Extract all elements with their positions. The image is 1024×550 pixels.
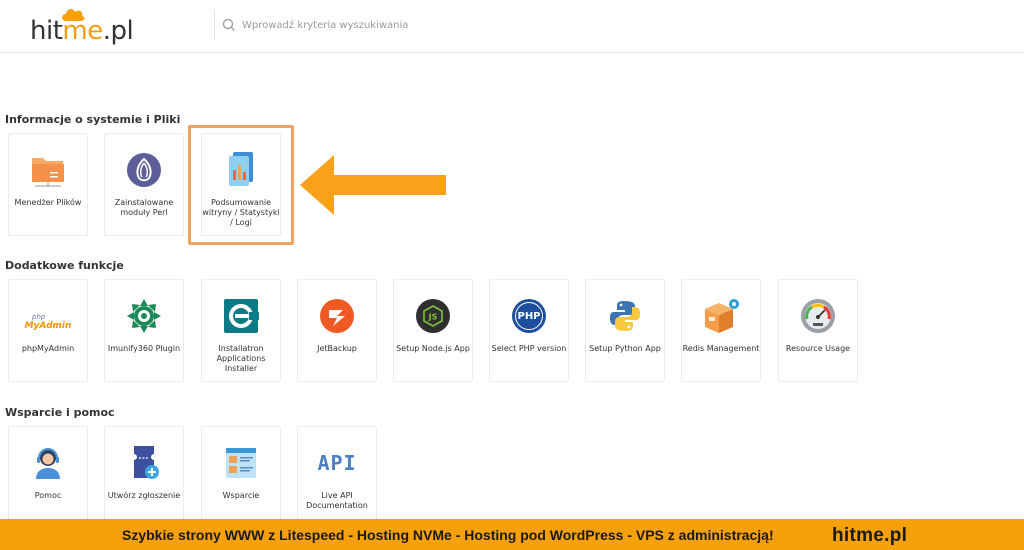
tile-python[interactable]: Setup Python App	[585, 279, 665, 382]
tile-label: Redis Management	[682, 344, 760, 353]
tile-site-summary[interactable]: Podsumowanie witryny / Statystyki / Logi	[201, 133, 281, 236]
support-doc-icon	[221, 443, 261, 483]
phpmyadmin-icon: php MyAdmin	[25, 296, 72, 336]
tile-label: Setup Node.js App	[396, 344, 470, 353]
tile-label: phpMyAdmin	[21, 344, 75, 353]
banner-text: Szybkie strony WWW z Litespeed - Hosting…	[122, 527, 774, 543]
api-logo-text: API	[317, 451, 357, 475]
tile-file-manager[interactable]: Menedżer Plików	[8, 133, 88, 236]
tile-installatron[interactable]: Installatron Applications Installer	[201, 279, 281, 382]
php-logo-text: PHP	[517, 310, 541, 322]
section-title-support: Wsparcie i pomoc	[5, 406, 115, 419]
api-icon: API	[317, 443, 357, 483]
search-input[interactable]	[242, 19, 602, 31]
top-header: hitme.pl	[0, 0, 1024, 53]
tile-label: JetBackup	[317, 344, 357, 353]
tile-label: Live API Documentation	[306, 491, 368, 510]
svg-text:JS: JS	[428, 313, 438, 322]
stats-summary-icon	[221, 150, 261, 190]
redis-box-icon	[701, 296, 741, 336]
tile-label: Wsparcie	[222, 491, 260, 500]
tile-support[interactable]: Wsparcie	[201, 426, 281, 529]
tile-label: Utwórz zgłoszenie	[107, 491, 181, 500]
tile-label: Installatron Applications Installer	[216, 344, 266, 373]
tile-imunify360[interactable]: Imunify360 Plugin	[104, 279, 184, 382]
header-divider	[214, 10, 215, 40]
tile-label: Setup Python App	[589, 344, 661, 353]
logo-text: hitme.pl	[30, 16, 134, 46]
section-title-files: Informacje o systemie i Pliki	[5, 113, 181, 126]
tile-php-version[interactable]: PHP Select PHP version	[489, 279, 569, 382]
python-icon	[605, 296, 645, 336]
pointer-arrow-icon	[300, 155, 446, 215]
installatron-icon	[221, 296, 261, 336]
hitme-logo[interactable]: hitme.pl	[30, 6, 134, 46]
php-icon: PHP	[509, 296, 549, 336]
tile-phpmyadmin[interactable]: php MyAdmin phpMyAdmin	[8, 279, 88, 382]
imunify360-icon	[124, 296, 164, 336]
promo-banner[interactable]: Szybkie strony WWW z Litespeed - Hosting…	[0, 519, 1024, 550]
tile-label: Menedżer Plików	[14, 198, 82, 207]
jetbackup-icon	[317, 296, 357, 336]
section-title-extra: Dodatkowe funkcje	[5, 259, 124, 272]
gauge-icon	[798, 296, 838, 336]
tile-jetbackup[interactable]: JetBackup	[297, 279, 377, 382]
perl-onion-icon	[124, 150, 164, 190]
tile-label: Resource Usage	[785, 344, 851, 353]
support-agent-icon	[28, 443, 68, 483]
tile-label: Zainstalowane moduły Perl	[114, 198, 174, 217]
tile-label: Pomoc	[34, 491, 62, 500]
nodejs-icon: JS	[413, 296, 453, 336]
tile-nodejs[interactable]: JS Setup Node.js App	[393, 279, 473, 382]
folder-icon	[28, 150, 68, 190]
tile-redis[interactable]: Redis Management	[681, 279, 761, 382]
tile-label: Podsumowanie witryny / Statystyki / Logi	[202, 198, 280, 227]
tile-create-ticket[interactable]: Utwórz zgłoszenie	[104, 426, 184, 529]
tile-perl-modules[interactable]: Zainstalowane moduły Perl	[104, 133, 184, 236]
phpmyadmin-logo-big: MyAdmin	[24, 320, 72, 331]
search-icon	[222, 18, 235, 31]
tile-label: Select PHP version	[491, 344, 567, 353]
tile-label: Imunify360 Plugin	[107, 344, 181, 353]
tile-help[interactable]: Pomoc	[8, 426, 88, 529]
search-box[interactable]	[222, 14, 622, 36]
banner-brand: hitme.pl	[832, 525, 908, 546]
phpmyadmin-logo-small: php	[32, 312, 46, 321]
tile-live-api[interactable]: API Live API Documentation	[297, 426, 377, 529]
tile-resource-usage[interactable]: Resource Usage	[778, 279, 858, 382]
create-ticket-icon	[124, 443, 164, 483]
